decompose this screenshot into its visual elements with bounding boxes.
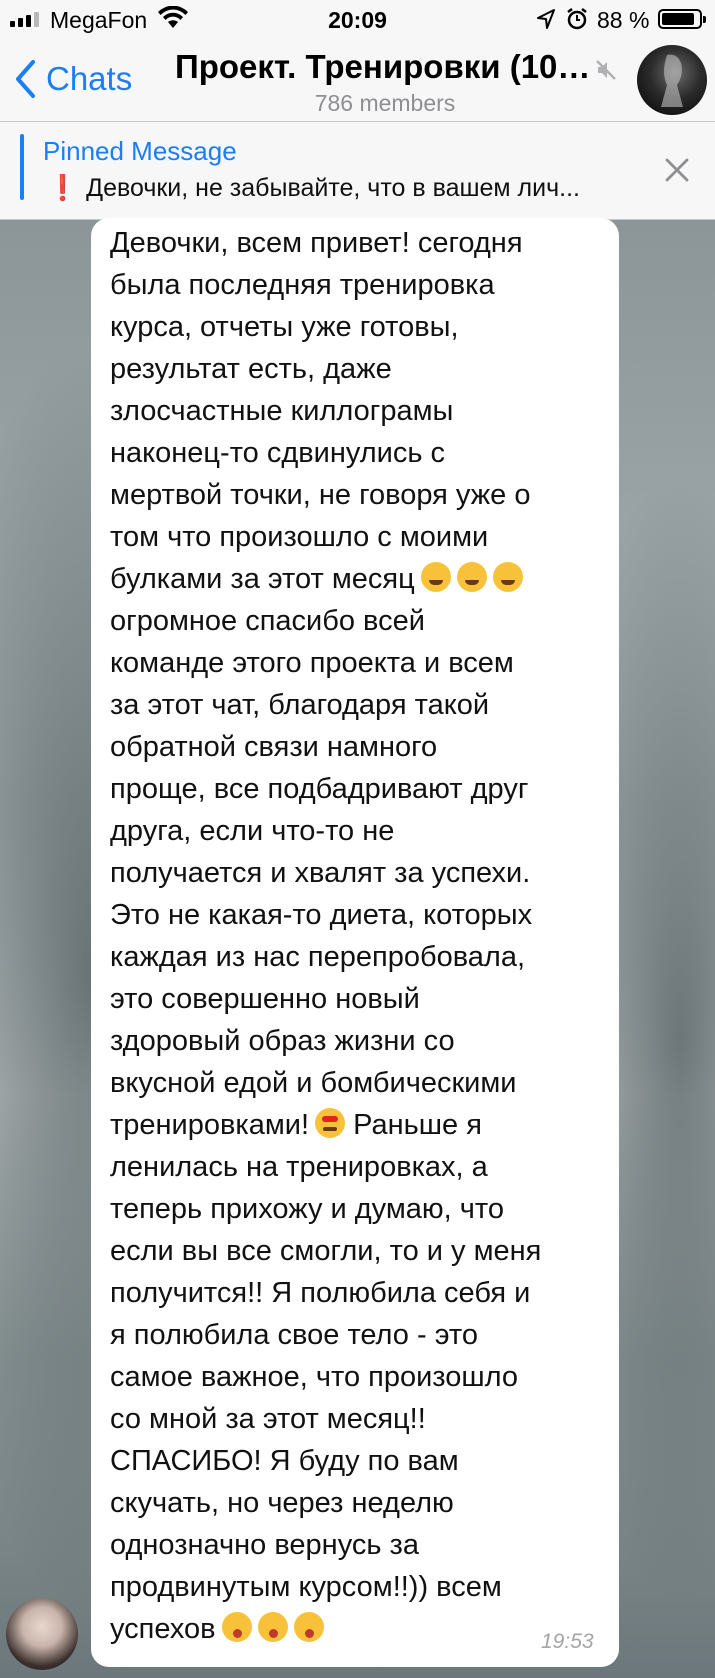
message-line: была последняя тренировка — [110, 269, 495, 301]
message-line: мертвой точки, не говоря уже о — [110, 479, 531, 511]
chat-title: Проект. Тренировки (10:... — [175, 48, 595, 85]
pinned-message[interactable]: Pinned Message ❗ Девочки, не забывайте, ч… — [0, 122, 715, 220]
battery-percent: 88 % — [597, 7, 650, 33]
group-avatar[interactable] — [637, 45, 707, 115]
message-line-with-emoji: булками за этот месяц — [110, 558, 523, 600]
location-arrow-icon — [536, 8, 556, 36]
message-line: обратной связи намного — [110, 731, 438, 763]
message-line: том что произошло с моими — [110, 521, 489, 553]
message-line: Девочки, всем привет! сегодня — [110, 227, 523, 259]
back-label: Chats — [46, 60, 133, 97]
pinned-accent-bar — [20, 134, 24, 200]
message-line: курса, отчеты уже готовы, — [110, 311, 459, 343]
exclamation-icon: ❗ — [47, 174, 79, 202]
message-line: огромное спасибо всей — [110, 605, 425, 637]
message-line: теперь прихожу и думаю, что — [110, 1193, 504, 1225]
message-text: тренировками! — [110, 1109, 310, 1141]
message-line: каждая из нас перепробовала, — [110, 941, 526, 973]
message-line: СПАСИБО! Я буду по вам — [110, 1445, 459, 1477]
kiss-emoji-icon — [221, 1612, 252, 1642]
message-line: проще, все подбадривают друг — [110, 773, 529, 805]
back-button[interactable]: Chats — [14, 54, 132, 104]
message-line: Это не какая-то диета, которых — [110, 899, 533, 931]
sweat-smile-emoji-icon — [420, 562, 451, 592]
message-line: однозначно вернусь за — [110, 1529, 419, 1561]
chat-title-block[interactable]: Проект. Тренировки (10:... 786 members — [165, 48, 605, 117]
message-line-with-emoji: успехов — [110, 1608, 324, 1650]
message-line: ленилась на тренировках, а — [110, 1151, 488, 1183]
message-line: это совершенно новый — [110, 983, 420, 1015]
pinned-text: Девочки, не забывайте, что в вашем лич..… — [86, 174, 580, 202]
chat-header: Chats Проект. Тренировки (10:... 786 mem… — [0, 40, 715, 122]
sender-avatar[interactable] — [6, 1598, 78, 1670]
message-line: злосчастные киллограмы — [110, 395, 454, 427]
status-bar: MegaFon 20:09 88 % — [0, 0, 715, 40]
message-line: самое важное, что произошло — [110, 1361, 519, 1393]
mute-icon — [594, 58, 618, 87]
chevron-left-icon — [16, 60, 35, 98]
message-text: успехов — [110, 1613, 216, 1645]
sweat-smile-emoji-icon — [492, 562, 523, 592]
message-line: за этот чат, благодаря такой — [110, 689, 490, 721]
kiss-emoji-icon — [257, 1612, 288, 1642]
close-icon[interactable] — [664, 157, 690, 188]
member-count: 786 members — [314, 90, 456, 116]
message-line: я полюбила свое тело - это — [110, 1319, 478, 1351]
message-line: вкусной едой и бомбическими — [110, 1067, 517, 1099]
kiss-emoji-icon — [293, 1612, 324, 1642]
sweat-smile-emoji-icon — [456, 562, 487, 592]
message-time: 19:53 — [541, 1630, 594, 1653]
message-line: получится!! Я полюбила себя и — [110, 1277, 531, 1309]
message-line: здоровый образ жизни со — [110, 1025, 455, 1057]
message-text: Раньше я — [353, 1109, 482, 1141]
message-line: получается и хвалят за успехи. — [110, 857, 531, 889]
message-line: скучать, но через неделю — [110, 1487, 454, 1519]
battery-icon — [658, 9, 706, 29]
pinned-text-row: ❗ Девочки, не забывайте, что в вашем лич.… — [47, 174, 652, 203]
message-text: булками за этот месяц — [110, 563, 415, 595]
message-line: друга, если что-то не — [110, 815, 395, 847]
heart-eyes-emoji-icon — [315, 1108, 346, 1138]
message-line: наконец-то сдвинулись с — [110, 437, 446, 469]
message-line-with-emoji: тренировками! Раньше я — [110, 1104, 482, 1146]
alarm-icon — [566, 7, 588, 37]
message-line: если вы все смогли, то и у меня — [110, 1235, 542, 1267]
message-line: со мной за этот месяц!! — [110, 1403, 426, 1435]
message-line: команде этого проекта и всем — [110, 647, 514, 679]
message-line: результат есть, даже — [110, 353, 392, 385]
pinned-title: Pinned Message — [43, 136, 237, 166]
message-line: продвинутым курсом!!)) всем — [110, 1571, 502, 1603]
